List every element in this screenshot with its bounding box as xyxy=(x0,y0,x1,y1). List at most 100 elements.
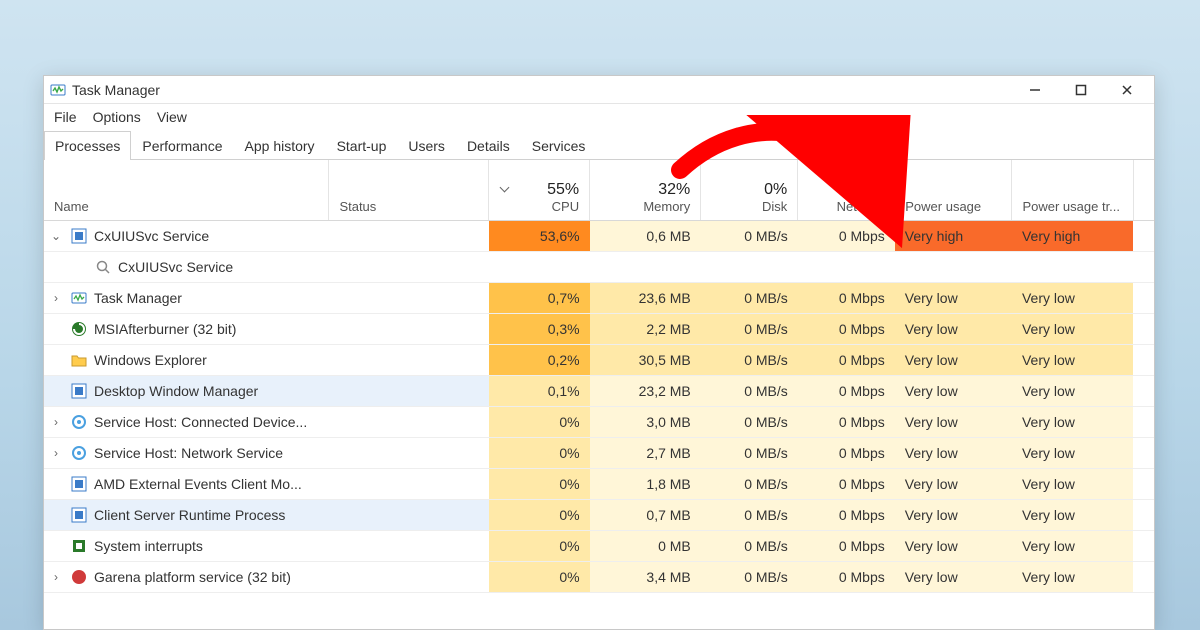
service-icon xyxy=(70,413,88,431)
cell-power: Very low xyxy=(895,406,1012,437)
tab-processes[interactable]: Processes xyxy=(44,131,131,160)
cell-cpu: 0,2% xyxy=(489,344,590,375)
app-icon xyxy=(50,82,66,98)
cell-network: 0 Mbps xyxy=(798,437,895,468)
cell-network: 0 Mbps xyxy=(798,499,895,530)
col-network[interactable]: 0%Network xyxy=(798,160,895,220)
cell-cpu: 0,7% xyxy=(489,282,590,313)
process-name: Client Server Runtime Process xyxy=(94,507,285,523)
col-power-usage-trend[interactable]: Power usage tr... xyxy=(1012,160,1133,220)
table-row[interactable]: CxUIUSvc Service xyxy=(44,251,1154,282)
cell-power: Very low xyxy=(895,561,1012,592)
table-row[interactable]: Windows Explorer0,2%30,5 MB0 MB/s0 MbpsV… xyxy=(44,344,1154,375)
cell-cpu: 0% xyxy=(489,468,590,499)
maximize-button[interactable] xyxy=(1058,76,1104,104)
cell-cpu: 0% xyxy=(489,530,590,561)
cell-cpu: 0,3% xyxy=(489,313,590,344)
cell-cpu xyxy=(489,251,590,282)
col-status[interactable]: Status xyxy=(329,160,489,220)
cell-cpu: 0% xyxy=(489,406,590,437)
menu-view[interactable]: View xyxy=(149,107,195,127)
cell-power-trend: Very low xyxy=(1012,375,1133,406)
cell-network: 0 Mbps xyxy=(798,468,895,499)
cell-cpu: 0% xyxy=(489,561,590,592)
cell-power-trend: Very low xyxy=(1012,406,1133,437)
tab-performance[interactable]: Performance xyxy=(131,131,233,160)
cell-power-trend: Very low xyxy=(1012,530,1133,561)
table-header: Name Status 55%CPU 32%Memory 0%Disk 0%Ne… xyxy=(44,160,1154,220)
tab-details[interactable]: Details xyxy=(456,131,521,160)
table-row[interactable]: Client Server Runtime Process0%0,7 MB0 M… xyxy=(44,499,1154,530)
tab-app-history[interactable]: App history xyxy=(234,131,326,160)
cell-network: 0 Mbps xyxy=(798,313,895,344)
cell-network: 0 Mbps xyxy=(798,220,895,251)
cell-network: 0 Mbps xyxy=(798,406,895,437)
cell-status xyxy=(329,251,489,282)
csrss-icon xyxy=(70,506,88,524)
process-name: CxUIUSvc Service xyxy=(118,259,233,275)
table-row[interactable]: System interrupts0%0 MB0 MB/s0 MbpsVery … xyxy=(44,530,1154,561)
cell-power-trend: Very low xyxy=(1012,282,1133,313)
cell-power-trend: Very high xyxy=(1012,220,1133,251)
cell-power: Very low xyxy=(895,282,1012,313)
menu-file[interactable]: File xyxy=(46,107,85,127)
process-name: Desktop Window Manager xyxy=(94,383,258,399)
menubar: File Options View xyxy=(44,104,1154,130)
cell-memory: 0 MB xyxy=(590,530,701,561)
cell-status xyxy=(329,561,489,592)
amd-icon xyxy=(70,475,88,493)
cell-power-trend: Very low xyxy=(1012,344,1133,375)
cell-disk: 0 MB/s xyxy=(701,468,798,499)
table-row[interactable]: ›Task Manager0,7%23,6 MB0 MB/s0 MbpsVery… xyxy=(44,282,1154,313)
process-table: Name Status 55%CPU 32%Memory 0%Disk 0%Ne… xyxy=(44,160,1154,593)
cell-disk: 0 MB/s xyxy=(701,530,798,561)
cell-status xyxy=(329,220,489,251)
expand-toggle[interactable]: › xyxy=(48,570,64,584)
table-row[interactable]: MSIAfterburner (32 bit)0,3%2,2 MB0 MB/s0… xyxy=(44,313,1154,344)
expand-toggle[interactable]: › xyxy=(48,446,64,460)
cell-status xyxy=(329,282,489,313)
expand-toggle[interactable]: ⌄ xyxy=(48,229,64,243)
search-icon xyxy=(94,258,112,276)
expand-toggle[interactable]: › xyxy=(48,291,64,305)
cell-disk: 0 MB/s xyxy=(701,344,798,375)
col-disk[interactable]: 0%Disk xyxy=(701,160,798,220)
cell-power: Very low xyxy=(895,530,1012,561)
cell-power-trend: Very low xyxy=(1012,313,1133,344)
cell-memory: 23,2 MB xyxy=(590,375,701,406)
tab-services[interactable]: Services xyxy=(521,131,597,160)
table-row[interactable]: ›Service Host: Network Service0%2,7 MB0 … xyxy=(44,437,1154,468)
process-name: Task Manager xyxy=(94,290,182,306)
close-button[interactable] xyxy=(1104,76,1150,104)
col-power-usage[interactable]: Power usage xyxy=(895,160,1012,220)
task-manager-window: Task Manager File Options View Processes… xyxy=(43,75,1155,630)
cell-status xyxy=(329,499,489,530)
cell-cpu: 0,1% xyxy=(489,375,590,406)
col-cpu[interactable]: 55%CPU xyxy=(489,160,590,220)
table-row[interactable]: AMD External Events Client Mo...0%1,8 MB… xyxy=(44,468,1154,499)
table-row[interactable]: Desktop Window Manager0,1%23,2 MB0 MB/s0… xyxy=(44,375,1154,406)
table-row[interactable]: ›Service Host: Connected Device...0%3,0 … xyxy=(44,406,1154,437)
sysint-icon xyxy=(70,537,88,555)
cell-memory: 3,4 MB xyxy=(590,561,701,592)
expand-toggle[interactable]: › xyxy=(48,415,64,429)
cell-cpu: 0% xyxy=(489,499,590,530)
service-icon xyxy=(70,444,88,462)
cell-memory: 0,6 MB xyxy=(590,220,701,251)
tab-startup[interactable]: Start-up xyxy=(326,131,398,160)
tabbar: Processes Performance App history Start-… xyxy=(44,130,1154,160)
cell-memory xyxy=(590,251,701,282)
cell-disk: 0 MB/s xyxy=(701,220,798,251)
col-name[interactable]: Name xyxy=(44,160,329,220)
cell-status xyxy=(329,530,489,561)
cell-network: 0 Mbps xyxy=(798,282,895,313)
table-row[interactable]: ›Garena platform service (32 bit)0%3,4 M… xyxy=(44,561,1154,592)
cell-power: Very low xyxy=(895,344,1012,375)
minimize-button[interactable] xyxy=(1012,76,1058,104)
table-row[interactable]: ⌄CxUIUSvc Service53,6%0,6 MB0 MB/s0 Mbps… xyxy=(44,220,1154,251)
cell-disk: 0 MB/s xyxy=(701,313,798,344)
cell-disk: 0 MB/s xyxy=(701,406,798,437)
tab-users[interactable]: Users xyxy=(397,131,456,160)
col-memory[interactable]: 32%Memory xyxy=(590,160,701,220)
menu-options[interactable]: Options xyxy=(85,107,149,127)
